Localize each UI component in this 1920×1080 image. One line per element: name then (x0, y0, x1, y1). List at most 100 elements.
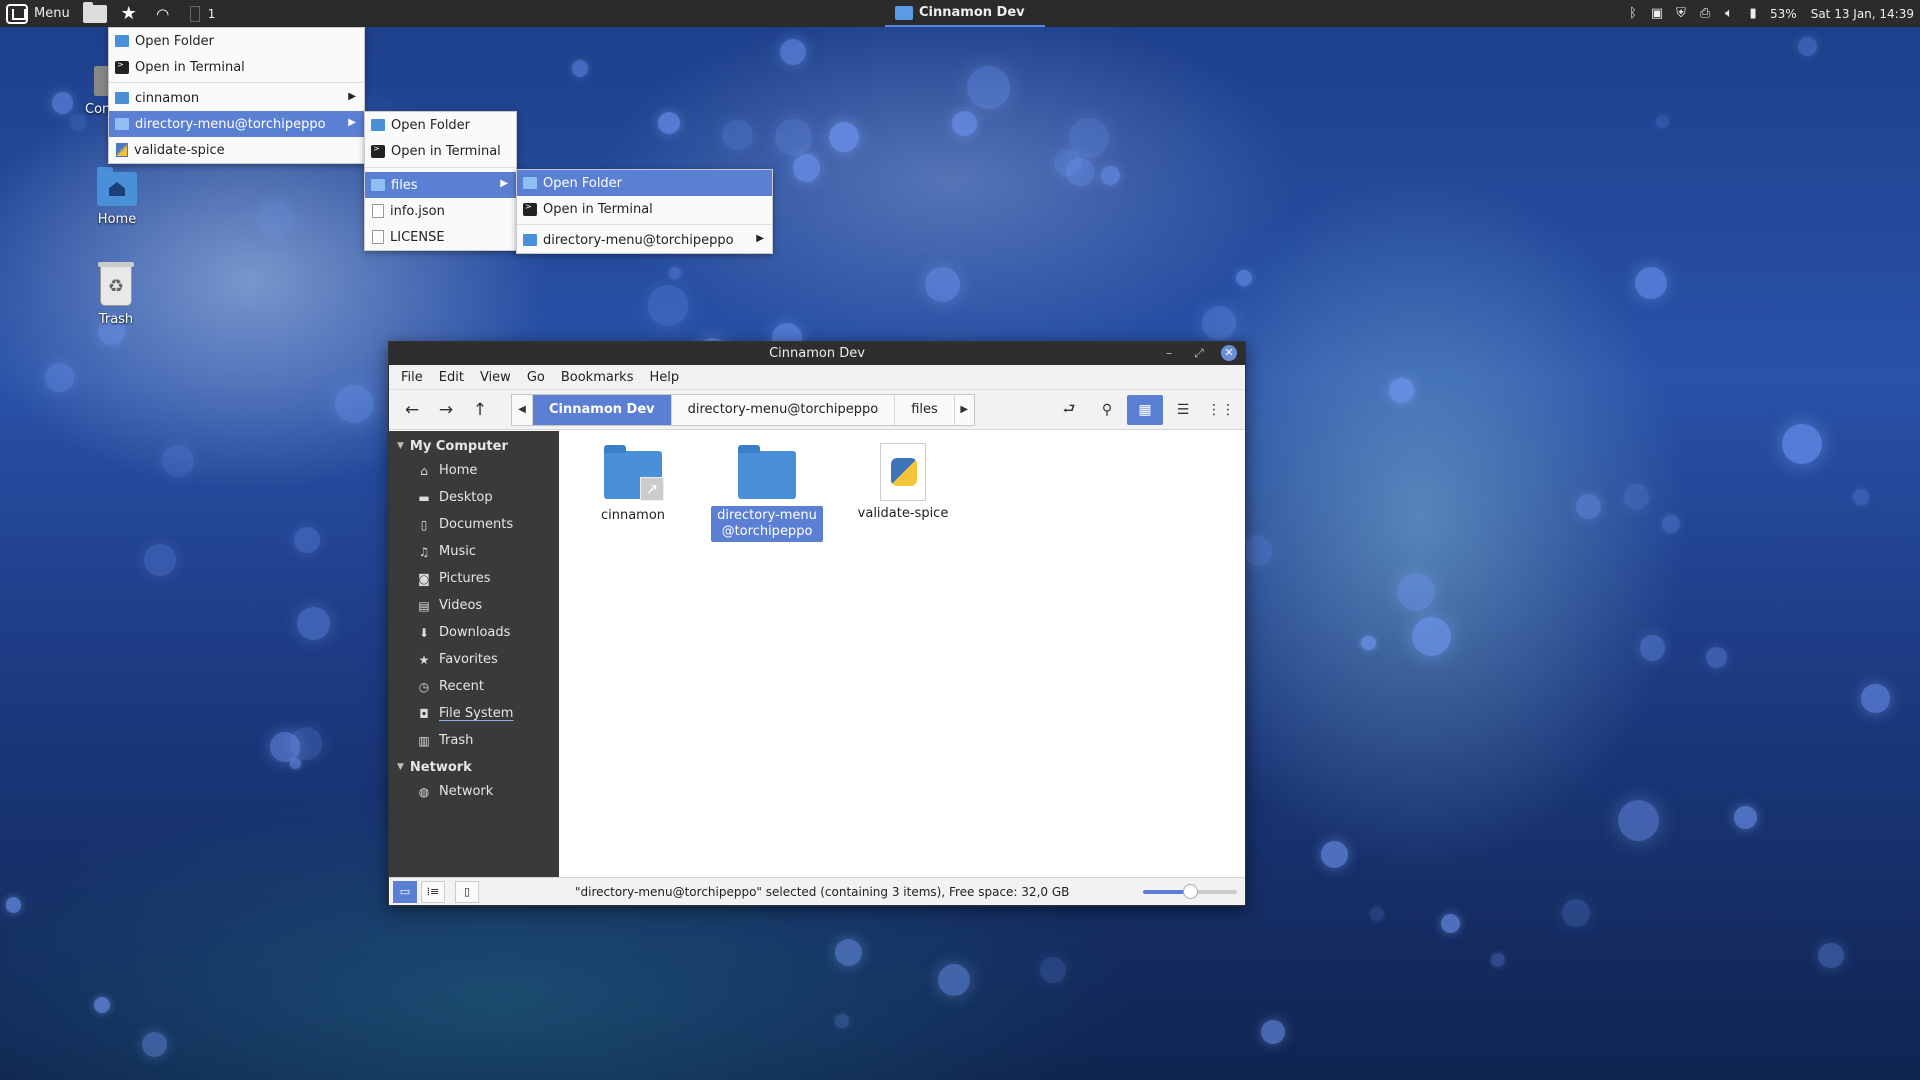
submenu-arrow-icon: ▶ (756, 233, 764, 244)
sidebar-item-music[interactable]: ♫ Music (389, 538, 559, 565)
menu-view[interactable]: View (472, 370, 519, 385)
menu-button[interactable]: Menu (0, 0, 78, 27)
menu-open-folder[interactable]: Open Folder (517, 170, 772, 196)
sidebar-item-network[interactable]: ◍ Network (389, 778, 559, 805)
menu-open-terminal[interactable]: Open in Terminal (517, 196, 772, 222)
bokeh-light (967, 66, 1010, 109)
menu-item-label: Open in Terminal (543, 201, 653, 217)
menu-item-validate-spice[interactable]: validate-spice (109, 137, 364, 163)
directory-menu-level2: Open Folder Open in Terminal files ▶ inf… (364, 111, 517, 251)
clock[interactable]: Sat 13 Jan, 14:39 (1811, 7, 1914, 21)
battery-percent[interactable]: 53% (1770, 7, 1797, 21)
workspace-indicator[interactable] (189, 5, 200, 22)
window-titlebar[interactable]: Cinnamon Dev – ⤢ ✕ (389, 342, 1245, 365)
network-applet[interactable]: ◠ (146, 0, 180, 27)
menu-bookmarks[interactable]: Bookmarks (553, 370, 642, 385)
menu-item-files[interactable]: files ▶ (365, 172, 516, 198)
sidebar-item-trash[interactable]: ▥ Trash (389, 727, 559, 754)
battery-icon[interactable]: ▮ (1746, 6, 1760, 22)
bokeh-light (1441, 914, 1461, 934)
menu-item-directory-menu[interactable]: directory-menu@torchipeppo ▶ (109, 111, 364, 137)
menu-open-terminal[interactable]: Open in Terminal (365, 138, 516, 164)
menu-item-directory-menu[interactable]: directory-menu@torchipeppo ▶ (517, 227, 772, 253)
menu-file[interactable]: File (393, 370, 431, 385)
sidebar-item-pictures[interactable]: ◙ Pictures (389, 565, 559, 592)
breadcrumb-item[interactable]: files (894, 394, 954, 425)
file-item-directory-menu[interactable]: directory-menu@torchipeppo (711, 445, 823, 542)
desktop-computer-partial[interactable]: Con (70, 66, 128, 117)
desktop-trash[interactable]: Trash (76, 262, 156, 327)
bokeh-light (1662, 514, 1681, 533)
bluetooth-icon[interactable]: ᛒ (1626, 6, 1640, 22)
menu-item-license[interactable]: LICENSE (365, 224, 516, 250)
menu-edit[interactable]: Edit (431, 370, 472, 385)
menu-open-folder[interactable]: Open Folder (109, 28, 364, 54)
bokeh-light (779, 38, 806, 65)
show-places-button[interactable]: ▭ (393, 880, 417, 903)
breadcrumb-scroll-right[interactable]: ▶ (953, 394, 974, 425)
favorites-launcher[interactable]: ★ (112, 0, 146, 27)
sidebar-item-downloads[interactable]: ⬇ Downloads (389, 619, 559, 646)
sidebar-item-home[interactable]: ⌂ Home (389, 457, 559, 484)
bokeh-light (1561, 898, 1591, 927)
bokeh-light (269, 732, 300, 763)
up-button[interactable]: ↑ (463, 395, 497, 425)
file-item-cinnamon[interactable]: ↗ cinnamon (577, 445, 689, 526)
sidebar-item-desktop[interactable]: ▬ Desktop (389, 484, 559, 511)
bokeh-light (1369, 906, 1384, 921)
menu-item-info-json[interactable]: info.json (365, 198, 516, 224)
sidebar-item-videos[interactable]: ▤ Videos (389, 592, 559, 619)
mint-logo-icon (6, 3, 28, 24)
bokeh-light (335, 384, 374, 423)
breadcrumb-item[interactable]: directory-menu@torchipeppo (670, 394, 895, 425)
symlink-arrow-icon: ↗ (640, 477, 664, 501)
minimize-button[interactable]: – (1161, 345, 1177, 361)
file-view[interactable]: ↗ cinnamon directory-menu@torchipeppo va… (559, 431, 1245, 877)
taskbar-window-button[interactable]: Cinnamon Dev (885, 0, 1045, 27)
file-item-validate-spice[interactable]: validate-spice (847, 443, 959, 524)
bokeh-light (141, 1031, 167, 1057)
folder-icon (115, 35, 129, 47)
compact-view-button[interactable]: ⋮⋮ (1203, 395, 1239, 425)
location-toggle-button[interactable]: ⮐ (1051, 395, 1087, 425)
volume-icon[interactable]: 🔈︎ (1722, 6, 1736, 22)
sidebar-item-file-system[interactable]: ◘ File System (389, 700, 559, 727)
printer-icon[interactable]: ⎙ (1698, 6, 1712, 22)
menu-open-folder[interactable]: Open Folder (365, 112, 516, 138)
sidebar-icon: ▯ (463, 885, 471, 898)
desktop-home[interactable]: Home (77, 167, 157, 227)
back-button[interactable]: ← (395, 395, 429, 425)
shield-icon[interactable]: ⛨ (1674, 6, 1688, 22)
sidebar-item-favorites[interactable]: ★ Favorites (389, 646, 559, 673)
bokeh-light (1397, 573, 1436, 612)
icon-view-button[interactable]: ▦ (1127, 395, 1163, 425)
breadcrumb-item[interactable]: Cinnamon Dev (532, 394, 671, 425)
clipboard-icon[interactable]: ▣ (1650, 6, 1664, 22)
close-button[interactable]: ✕ (1221, 345, 1237, 361)
sidebar-item-recent[interactable]: ◷ Recent (389, 673, 559, 700)
forward-button[interactable]: → (429, 395, 463, 425)
files-launcher[interactable] (78, 0, 112, 27)
python-logo-icon (891, 458, 917, 486)
list-view-button[interactable]: ☰ (1165, 395, 1201, 425)
hide-sidebar-button[interactable]: ▯ (455, 880, 479, 903)
show-tree-button[interactable]: ⁞≡ (421, 880, 445, 903)
zoom-slider-handle[interactable] (1183, 884, 1198, 899)
file-name: validate-spice (857, 506, 949, 521)
breadcrumb-scroll-left[interactable]: ◀ (512, 395, 532, 425)
search-button[interactable]: ⚲ (1089, 395, 1125, 425)
menu-help[interactable]: Help (641, 370, 687, 385)
sidebar-item-documents[interactable]: ▯ Documents (389, 511, 559, 538)
sidebar-section-my-computer[interactable]: ▼ My Computer (389, 435, 559, 457)
menu-item-cinnamon[interactable]: cinnamon ▶ (109, 85, 364, 111)
terminal-icon (371, 144, 385, 158)
sidebar-item-label: Network (439, 784, 494, 799)
bokeh-light (1576, 494, 1602, 520)
sidebar-section-network[interactable]: ▼ Network (389, 756, 559, 778)
menu-go[interactable]: Go (519, 370, 553, 385)
directory-menu-level1: Open Folder Open in Terminal cinnamon ▶ … (108, 27, 365, 164)
bokeh-light (94, 997, 111, 1014)
maximize-button[interactable]: ⤢ (1191, 345, 1207, 361)
menu-open-terminal[interactable]: Open in Terminal (109, 54, 364, 80)
zoom-slider[interactable] (1143, 884, 1237, 899)
